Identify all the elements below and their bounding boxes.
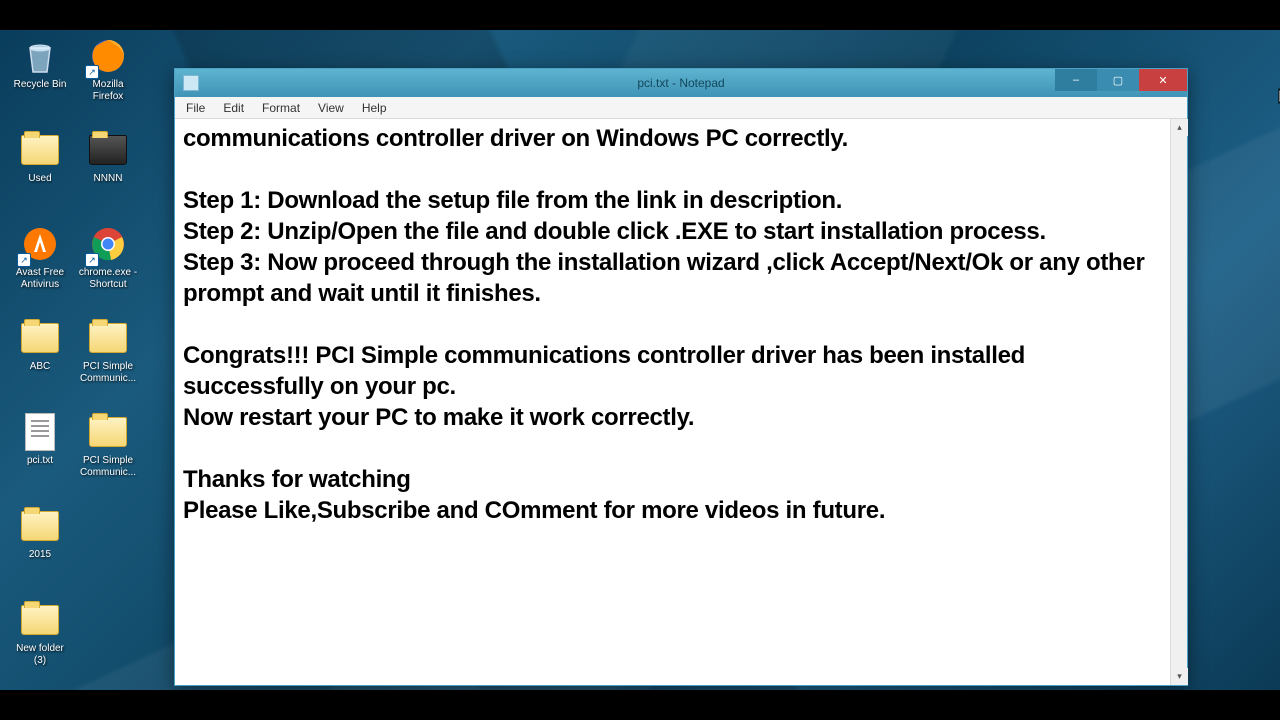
desktop-icon-2015-folder[interactable]: 2015 [8,503,72,585]
desktop-icon-label: Avast Free Antivirus [10,267,70,291]
desktop-icon-label: 2015 [29,549,51,561]
desktop-icon-label: ABC [30,361,51,373]
desktop-background[interactable]: Recycle Bin↗Mozilla FirefoxUsedNNNN↗Avas… [0,30,1280,690]
desktop-icon-label: PCI Simple Communic... [78,455,138,479]
menu-help[interactable]: Help [353,99,396,117]
notepad-title: pci.txt - Notepad [637,76,724,90]
desktop-icon-label: NNNN [94,173,123,185]
maximize-button[interactable]: ▢ [1097,69,1139,91]
desktop-icon-label: pci.txt [27,455,53,467]
desktop-icon-label: Used [28,173,51,185]
new-folder-3-icon [19,599,61,641]
2015-folder-icon [19,505,61,547]
desktop-icon-new-folder-3[interactable]: New folder (3) [8,597,72,679]
menu-view[interactable]: View [309,99,353,117]
desktop-icon-label: PCI Simple Communic... [78,361,138,385]
desktop-icon-pci-folder-2[interactable]: PCI Simple Communic... [76,409,140,491]
letterbox-top [0,0,1280,30]
scroll-up-icon[interactable]: ▴ [1171,119,1188,136]
desktop-icon-recycle-bin[interactable]: Recycle Bin [8,33,72,115]
menu-format[interactable]: Format [253,99,309,117]
notepad-menubar: FileEditFormatViewHelp [175,97,1187,119]
letterbox-bottom [0,690,1280,720]
desktop-icon-label: Mozilla Firefox [78,79,138,103]
menu-edit[interactable]: Edit [214,99,253,117]
used-folder-icon [19,129,61,171]
menu-file[interactable]: File [177,99,214,117]
chrome-icon: ↗ [87,223,129,265]
recycle-bin-icon [19,35,61,77]
pci-folder-2-icon [87,411,129,453]
minimize-button[interactable]: – [1055,69,1097,91]
window-controls: – ▢ ✕ [1055,69,1187,91]
desktop-icon-chrome[interactable]: ↗chrome.exe - Shortcut [76,221,140,303]
notepad-titlebar[interactable]: pci.txt - Notepad – ▢ ✕ [175,69,1187,97]
desktop-icon-pci-txt[interactable]: pci.txt [8,409,72,491]
desktop-icon-label: chrome.exe - Shortcut [78,267,138,291]
notepad-window: pci.txt - Notepad – ▢ ✕ FileEditFormatVi… [174,68,1188,686]
vertical-scrollbar[interactable]: ▴ ▾ [1170,119,1187,685]
desktop-icon-nnnn-folder[interactable]: NNNN [76,127,140,209]
scroll-down-icon[interactable]: ▾ [1171,668,1188,685]
desktop-icon-firefox[interactable]: ↗Mozilla Firefox [76,33,140,115]
desktop-icon-label: New folder (3) [10,643,70,667]
avast-icon: ↗ [19,223,61,265]
desktop-icons-grid: Recycle Bin↗Mozilla FirefoxUsedNNNN↗Avas… [8,33,140,679]
desktop-icon-label: Recycle Bin [14,79,67,91]
notepad-text-area[interactable]: communications controller driver on Wind… [175,119,1170,685]
notepad-app-icon [183,75,199,91]
desktop-icon-pci-folder-1[interactable]: PCI Simple Communic... [76,315,140,397]
abc-folder-icon [19,317,61,359]
pci-txt-icon [19,411,61,453]
desktop-icon-abc-folder[interactable]: ABC [8,315,72,397]
close-button[interactable]: ✕ [1139,69,1187,91]
nnnn-folder-icon [87,129,129,171]
desktop-icon-used-folder[interactable]: Used [8,127,72,209]
firefox-icon: ↗ [87,35,129,77]
pci-folder-1-icon [87,317,129,359]
desktop-icon-avast[interactable]: ↗Avast Free Antivirus [8,221,72,303]
editor-wrap: communications controller driver on Wind… [175,119,1187,685]
